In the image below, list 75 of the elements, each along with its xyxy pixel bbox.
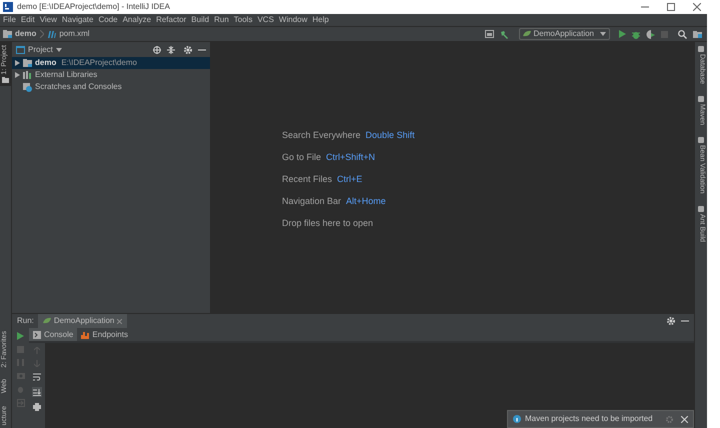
settings-icon[interactable] — [667, 317, 675, 325]
run-config-dropdown[interactable]: DemoApplication — [518, 28, 610, 40]
menu-item[interactable]: File — [3, 14, 16, 26]
tree-item[interactable]: External Libraries — [12, 69, 210, 81]
run-icon[interactable] — [619, 30, 626, 38]
console-tab[interactable]: Console — [29, 328, 78, 341]
menu-item[interactable]: Navigate — [62, 14, 94, 26]
leaf-icon — [522, 30, 531, 38]
info-icon — [513, 415, 521, 423]
menu-item[interactable]: View — [40, 14, 57, 26]
settings-icon[interactable] — [184, 46, 192, 54]
menu-item[interactable]: Edit — [20, 14, 35, 26]
maximize-icon[interactable] — [667, 3, 675, 11]
breadcrumb-item[interactable]: pom.xml — [48, 28, 90, 40]
hint-label: Recent Files — [282, 172, 332, 186]
folder-icon — [23, 58, 32, 68]
folder-icon — [3, 30, 12, 38]
panel-title[interactable]: Project — [28, 44, 53, 56]
camera-icon — [16, 372, 24, 379]
menu-item[interactable]: Build — [191, 14, 210, 26]
run-tab[interactable]: DemoApplication — [38, 314, 128, 328]
close-icon — [117, 318, 122, 324]
menu-item[interactable]: VCS — [257, 14, 274, 26]
window-icon[interactable] — [484, 30, 494, 38]
tree-item[interactable]: demo E:\IDEAProject\demo — [12, 57, 210, 69]
exit-icon — [16, 399, 24, 407]
window-title: demo [E:\IDEAProject\demo] - IntelliJ IDEA — [17, 1, 170, 13]
project-view-icon — [16, 46, 25, 54]
tool-window-icon — [698, 46, 704, 52]
tree-item[interactable]: Scratches and Consoles — [12, 81, 210, 93]
down-arrow-icon — [34, 360, 40, 367]
hint-label: Search Everywhere — [282, 128, 361, 142]
close-icon[interactable] — [693, 3, 701, 11]
breadcrumb-item[interactable]: demo — [3, 28, 36, 40]
stop-icon — [17, 346, 24, 353]
menu-item[interactable]: Run — [214, 14, 229, 26]
folder-icon — [2, 76, 9, 83]
tool-window-icon — [698, 136, 704, 143]
caret-icon[interactable] — [56, 48, 62, 52]
scratch-icon — [23, 82, 32, 92]
console-icon — [33, 330, 41, 338]
library-icon — [23, 70, 32, 80]
shortcut-text: Alt+Home — [346, 194, 386, 208]
hint-label: Drop files here to open — [282, 216, 374, 230]
search-icon[interactable] — [678, 30, 687, 38]
stop-icon — [661, 30, 668, 38]
collapse-icon[interactable] — [167, 46, 175, 54]
shortcut-text: Double Shift — [366, 128, 415, 142]
menu-item[interactable]: Analyze — [122, 14, 152, 26]
tool-window-icon — [698, 206, 704, 212]
project-structure-icon[interactable] — [693, 30, 702, 38]
leaf-icon — [42, 317, 51, 325]
scroll-end-icon[interactable] — [32, 387, 42, 397]
endpoints-icon — [81, 330, 90, 338]
hammer-icon[interactable] — [500, 30, 509, 38]
hint-label: Navigation Bar — [282, 194, 342, 208]
chevron-icon — [40, 30, 44, 38]
panel-title: Run: — [17, 315, 34, 327]
pause-icon — [17, 359, 24, 366]
caret-icon — [600, 32, 606, 36]
tool-window-icon — [698, 96, 704, 102]
menu-item[interactable]: Code — [98, 14, 118, 26]
menu-item[interactable]: Window — [278, 14, 308, 26]
shortcut-text: Ctrl+Shift+N — [326, 150, 376, 164]
maven-icon — [48, 30, 56, 38]
up-arrow-icon — [34, 347, 40, 354]
wrap-icon[interactable] — [33, 373, 41, 381]
menu-item[interactable]: Help — [312, 14, 329, 26]
menu-item[interactable]: Refactor — [156, 14, 186, 26]
menu-item[interactable]: Tools — [234, 14, 252, 26]
hint-label: Go to File — [282, 150, 322, 164]
notification-text[interactable]: Maven projects need to be imported — [525, 413, 653, 425]
locate-icon[interactable] — [153, 46, 161, 54]
shortcut-text: Ctrl+E — [337, 172, 362, 186]
run-icon[interactable] — [17, 332, 24, 340]
